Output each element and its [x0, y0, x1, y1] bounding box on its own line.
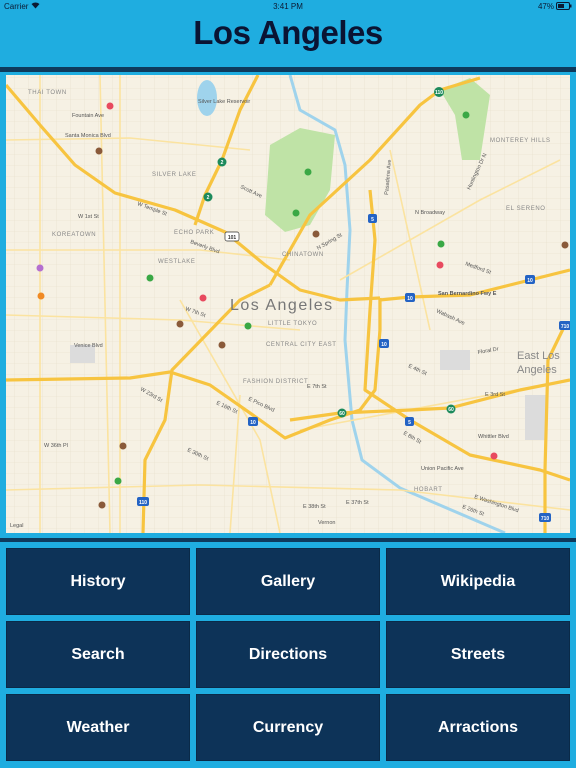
map-label: N Broadway: [415, 210, 445, 216]
page-title: Los Angeles: [193, 14, 383, 51]
shield-2: 2: [203, 192, 213, 202]
map-label: SILVER LAKE: [152, 172, 197, 178]
map-label: THAI TOWN: [28, 90, 67, 96]
status-bar: Carrier 3:41 PM 47%: [0, 0, 576, 13]
map-label: Whittler Blvd: [478, 434, 509, 440]
shield-710: 710: [559, 321, 570, 330]
svg-text:10: 10: [527, 278, 533, 284]
map-label: Venice Blvd: [74, 343, 103, 349]
map-label: San Bernardino Fwy E: [438, 291, 497, 297]
wikipedia-button[interactable]: Wikipedia: [386, 548, 570, 615]
shield-2: 2: [217, 157, 227, 167]
map-label: CENTRAL CITY EAST: [266, 342, 337, 348]
currency-button[interactable]: Currency: [196, 694, 380, 761]
map-label: Santa Monica Blvd: [65, 133, 111, 139]
svg-text:110: 110: [139, 500, 147, 506]
shield-110: 110: [137, 497, 149, 506]
map-label: E 37th St: [346, 500, 369, 506]
directions-button[interactable]: Directions: [196, 621, 380, 688]
map-divider: [0, 538, 576, 542]
map-label: Vernon: [318, 520, 335, 526]
svg-text:2: 2: [221, 160, 224, 166]
svg-text:710: 710: [561, 324, 570, 330]
map-label: Silver Lake Reservoir: [198, 99, 250, 105]
svg-text:5: 5: [408, 420, 411, 426]
shield-710: 710: [539, 513, 551, 522]
map-label: EL SERENO: [506, 206, 546, 212]
shield-10: 10: [379, 339, 389, 348]
map-label: Legal: [10, 523, 23, 529]
map-view[interactable]: 101 2 2 110 5 10 10 10 60 60 5 10 110 71…: [6, 75, 570, 533]
svg-text:10: 10: [381, 342, 387, 348]
gallery-button[interactable]: Gallery: [196, 548, 380, 615]
shield-60: 60: [446, 404, 456, 414]
map-city-label: Los Angeles: [230, 297, 334, 314]
map-label: E 38th St: [303, 504, 326, 510]
map-label: E 7th St: [307, 384, 327, 390]
map-label: LITTLE TOKYO: [268, 321, 317, 327]
svg-text:60: 60: [339, 411, 345, 417]
clock: 3:41 PM: [273, 2, 303, 11]
attractions-button[interactable]: Arractions: [386, 694, 570, 761]
weather-button[interactable]: Weather: [6, 694, 190, 761]
map-canvas[interactable]: 101 2 2 110 5 10 10 10 60 60 5 10 110 71…: [6, 75, 570, 533]
shield-10: 10: [405, 293, 415, 302]
svg-text:5: 5: [371, 217, 374, 223]
map-label: KOREATOWN: [52, 232, 96, 238]
map-label: Union Pacific Ave: [421, 466, 464, 472]
history-button[interactable]: History: [6, 548, 190, 615]
header-divider: [0, 67, 576, 72]
map-label: MONTEREY HILLS: [490, 138, 551, 144]
svg-text:101: 101: [228, 235, 237, 241]
shield-60: 60: [337, 408, 347, 418]
battery-percent: 47%: [537, 2, 554, 11]
map-label: CHINATOWN: [282, 252, 324, 258]
map-label: ECHO PARK: [174, 230, 214, 236]
map-label: FASHION DISTRICT: [243, 379, 308, 385]
map-label: Fountain Ave: [72, 113, 104, 119]
map-label: East Los: [517, 350, 560, 362]
shield-5: 5: [405, 417, 414, 426]
shield-10: 10: [248, 417, 258, 426]
map-label: W 1st St: [78, 214, 99, 220]
battery-icon: [556, 2, 572, 12]
shield-5: 5: [368, 214, 377, 223]
svg-text:10: 10: [250, 420, 256, 426]
svg-text:60: 60: [448, 407, 454, 413]
map-label: W 36th Pl: [44, 443, 68, 449]
map-label: Angeles: [517, 364, 557, 376]
map-label: E 3rd St: [485, 392, 505, 398]
map-label: WESTLAKE: [158, 259, 195, 265]
svg-text:110: 110: [435, 90, 443, 96]
shield-10: 10: [525, 275, 535, 284]
shield-110: 110: [434, 87, 444, 97]
shield-101: 101: [224, 231, 240, 242]
map-label: HOBART: [414, 487, 443, 493]
menu-grid: History Gallery Wikipedia Search Directi…: [6, 548, 570, 761]
svg-text:10: 10: [407, 296, 413, 302]
search-button[interactable]: Search: [6, 621, 190, 688]
svg-text:710: 710: [541, 516, 550, 522]
svg-text:2: 2: [207, 195, 210, 201]
streets-button[interactable]: Streets: [386, 621, 570, 688]
